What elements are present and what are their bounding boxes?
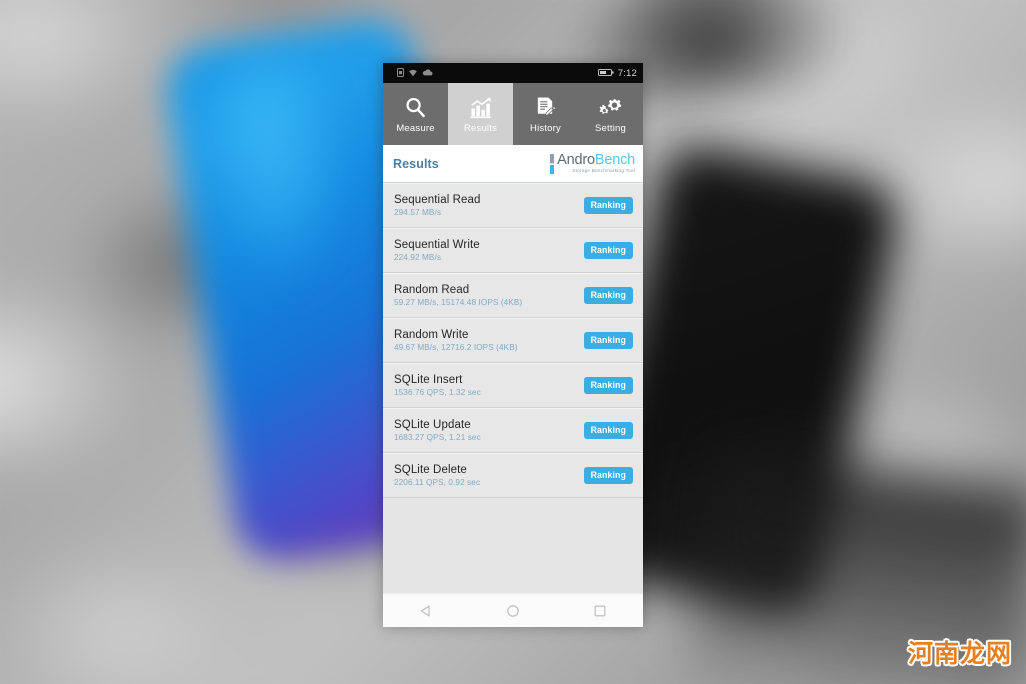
result-title: Random Read (394, 284, 470, 296)
result-texts: Sequential Read 294.57 MB/s (394, 194, 481, 217)
table-row[interactable]: SQLite Update 1683.27 QPS, 1.21 sec Rank… (383, 408, 643, 453)
logo-bench: Bench (594, 152, 635, 169)
gears-icon (599, 94, 623, 119)
home-icon[interactable] (490, 604, 536, 618)
logo-bar-icon (550, 153, 555, 174)
result-texts: SQLite Delete 2206.11 QPS, 0.92 sec (394, 464, 480, 487)
logo-text: AndroBench Storage Benchmarking Tool (557, 153, 635, 173)
app-header: Results AndroBench Storage Benchmarking … (383, 145, 643, 183)
ranking-button[interactable]: Ranking (583, 422, 633, 439)
status-bar-clock: 7:12 (617, 67, 637, 79)
tab-setting[interactable]: Setting (578, 83, 643, 145)
result-texts: Random Write 49.67 MB/s, 12716.2 IOPS (4… (394, 329, 518, 352)
tab-history-label: History (530, 123, 561, 134)
result-value: 294.57 MB/s (394, 208, 442, 217)
list-empty-area (383, 498, 643, 593)
ranking-button[interactable]: Ranking (583, 287, 633, 304)
tab-results-label: Results (463, 123, 498, 134)
screenshot-canvas: 7:12 Measure Results History Setting Res… (0, 0, 1026, 684)
result-title: SQLite Insert (394, 374, 463, 386)
logo-andro: Andro (557, 152, 595, 169)
result-texts: Sequential Write 224.92 MB/s (394, 239, 480, 262)
status-bar-left-icons (389, 64, 433, 82)
result-texts: Random Read 59.27 MB/s, 15174.48 IOPS (4… (394, 284, 522, 307)
battery-icon (597, 64, 614, 82)
ranking-button[interactable]: Ranking (583, 197, 633, 214)
status-bar: 7:12 (383, 63, 643, 83)
bar-chart-icon (469, 94, 493, 119)
result-value: 2206.11 QPS, 0.92 sec (394, 478, 481, 487)
page-title: Results (393, 156, 439, 171)
ranking-button[interactable]: Ranking (583, 377, 633, 394)
results-list: Sequential Read 294.57 MB/s Ranking Sequ… (383, 183, 643, 593)
result-texts: SQLite Update 1683.27 QPS, 1.21 sec (394, 419, 481, 442)
tab-results[interactable]: Results (448, 83, 513, 145)
table-row[interactable]: Random Read 59.27 MB/s, 15174.48 IOPS (4… (383, 273, 643, 318)
result-value: 224.92 MB/s (394, 253, 442, 262)
table-row[interactable]: Random Write 49.67 MB/s, 12716.2 IOPS (4… (383, 318, 643, 363)
result-value: 49.67 MB/s, 12716.2 IOPS (4KB) (394, 343, 518, 352)
android-nav-bar (383, 593, 643, 627)
cloud-icon (422, 64, 433, 82)
main-tab-bar: Measure Results History Setting (383, 83, 643, 145)
result-texts: SQLite Insert 1536.76 QPS, 1.32 sec (394, 374, 481, 397)
androbench-logo: AndroBench Storage Benchmarking Tool (550, 153, 635, 174)
result-title: SQLite Delete (394, 464, 467, 476)
tab-setting-label: Setting (595, 123, 626, 134)
watermark: 河南龙网 (907, 639, 1012, 668)
result-value: 59.27 MB/s, 15174.48 IOPS (4KB) (394, 298, 523, 307)
result-value: 1683.27 QPS, 1.21 sec (394, 433, 481, 442)
logo-wordmark: AndroBench (557, 153, 635, 168)
document-pencil-icon (534, 94, 557, 119)
result-title: Sequential Write (394, 239, 480, 251)
ranking-button[interactable]: Ranking (583, 467, 633, 484)
table-row[interactable]: Sequential Read 294.57 MB/s Ranking (383, 183, 643, 228)
back-icon[interactable] (403, 604, 449, 618)
ranking-button[interactable]: Ranking (583, 332, 633, 349)
table-row[interactable]: SQLite Delete 2206.11 QPS, 0.92 sec Rank… (383, 453, 643, 498)
result-value: 1536.76 QPS, 1.32 sec (394, 388, 481, 397)
tab-history[interactable]: History (513, 83, 578, 145)
magnifier-icon (404, 94, 427, 119)
logo-subtitle: Storage Benchmarking Tool (572, 167, 635, 173)
tab-measure[interactable]: Measure (383, 83, 448, 145)
sim-card-icon (397, 64, 404, 82)
wifi-icon (408, 64, 418, 82)
ranking-button[interactable]: Ranking (583, 242, 633, 259)
table-row[interactable]: Sequential Write 224.92 MB/s Ranking (383, 228, 643, 273)
result-title: Sequential Read (394, 194, 481, 206)
result-title: SQLite Update (394, 419, 471, 431)
recents-icon[interactable] (577, 604, 623, 618)
result-title: Random Write (394, 329, 469, 341)
table-row[interactable]: SQLite Insert 1536.76 QPS, 1.32 sec Rank… (383, 363, 643, 408)
phone-screenshot-panel: 7:12 Measure Results History Setting Res… (383, 63, 643, 627)
status-bar-right: 7:12 (597, 64, 637, 82)
tab-measure-label: Measure (396, 123, 435, 134)
